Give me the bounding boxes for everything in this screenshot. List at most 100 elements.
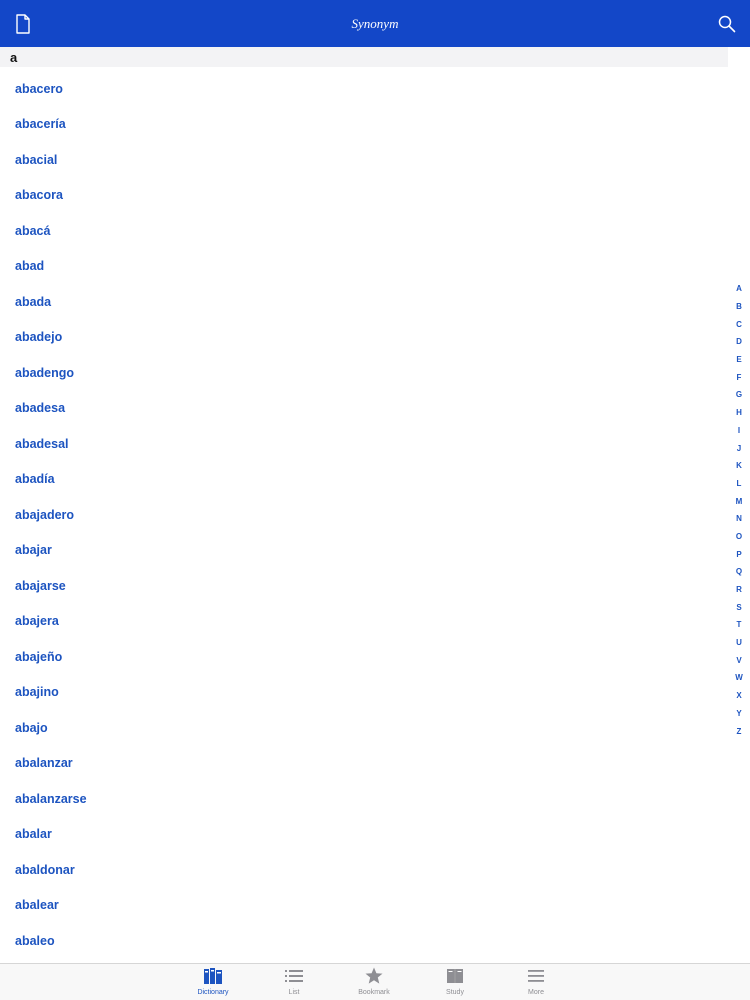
navigation-bar: Synonym bbox=[0, 0, 750, 47]
word-label: abalar bbox=[15, 827, 52, 842]
list-item[interactable]: abadesal bbox=[0, 426, 728, 462]
list-icon bbox=[285, 970, 303, 982]
star-icon bbox=[365, 967, 383, 984]
list-item[interactable]: abaldonar bbox=[0, 852, 728, 888]
index-letter[interactable]: J bbox=[728, 439, 750, 457]
index-letter[interactable]: Q bbox=[728, 563, 750, 581]
tab-more[interactable]: More bbox=[506, 967, 566, 999]
list-item[interactable]: abacería bbox=[0, 107, 728, 143]
search-icon[interactable] bbox=[718, 15, 736, 33]
word-label: abadesa bbox=[15, 401, 66, 416]
index-letter[interactable]: Z bbox=[728, 722, 750, 740]
index-letter[interactable]: G bbox=[728, 386, 750, 404]
section-header: a bbox=[0, 47, 728, 67]
list-item[interactable]: abalar bbox=[0, 817, 728, 853]
word-label: abajarse bbox=[15, 578, 66, 593]
word-list: abacero abacería abacial abacora abacá abad ab… bbox=[0, 71, 728, 959]
index-letter[interactable]: O bbox=[728, 528, 750, 546]
word-label: abaldonar bbox=[15, 862, 75, 877]
page-title: Synonym bbox=[351, 15, 399, 31]
word-label: abajera bbox=[15, 614, 59, 629]
index-letter[interactable]: I bbox=[728, 422, 750, 440]
index-letter[interactable]: E bbox=[728, 351, 750, 369]
list-item[interactable]: abacora bbox=[0, 178, 728, 214]
index-letter[interactable]: W bbox=[728, 669, 750, 687]
word-label: abadengo bbox=[15, 365, 75, 380]
index-letter[interactable]: B bbox=[728, 298, 750, 316]
word-label: abajadero bbox=[15, 507, 75, 522]
index-letter[interactable]: L bbox=[728, 475, 750, 493]
word-label: abadesal bbox=[15, 436, 69, 451]
alphabet-index[interactable]: ABCDEFGHIJKLMNOPQRSTUVWXYZ bbox=[728, 280, 750, 740]
list-item[interactable]: abajeño bbox=[0, 639, 728, 675]
list-item[interactable]: abadía bbox=[0, 462, 728, 498]
list-item[interactable]: abada bbox=[0, 284, 728, 320]
tab-label: List bbox=[288, 989, 300, 996]
word-label: abada bbox=[15, 294, 52, 309]
list-item[interactable]: abacá bbox=[0, 213, 728, 249]
word-label: abajino bbox=[15, 685, 59, 700]
list-item[interactable]: abajino bbox=[0, 675, 728, 711]
tab-label: Study bbox=[446, 989, 464, 996]
word-label: abacial bbox=[15, 152, 58, 167]
word-label: abaleo bbox=[15, 933, 55, 948]
index-letter[interactable]: U bbox=[728, 634, 750, 652]
book-icon bbox=[447, 969, 463, 983]
word-label: abalanzar bbox=[15, 756, 73, 771]
word-label: abacá bbox=[15, 223, 51, 238]
word-label: abajo bbox=[15, 720, 48, 735]
list-item[interactable]: abalear bbox=[0, 888, 728, 924]
tab-dictionary[interactable]: Dictionary bbox=[183, 967, 243, 999]
index-letter[interactable]: H bbox=[728, 404, 750, 422]
tab-label: Bookmark bbox=[358, 989, 390, 996]
list-item[interactable]: abad bbox=[0, 249, 728, 285]
word-label: abadía bbox=[15, 472, 55, 487]
index-letter[interactable]: K bbox=[728, 457, 750, 475]
list-item[interactable]: abadengo bbox=[0, 355, 728, 391]
word-label: abad bbox=[15, 259, 45, 274]
word-label: abacora bbox=[15, 188, 63, 203]
index-letter[interactable]: X bbox=[728, 687, 750, 705]
index-letter[interactable]: Y bbox=[728, 705, 750, 723]
index-letter[interactable]: A bbox=[728, 280, 750, 298]
index-letter[interactable]: T bbox=[728, 616, 750, 634]
tab-list[interactable]: List bbox=[264, 967, 324, 999]
tab-label: More bbox=[528, 989, 544, 996]
dictionary-icon bbox=[204, 968, 222, 984]
index-letter[interactable]: S bbox=[728, 598, 750, 616]
list-item[interactable]: abacial bbox=[0, 142, 728, 178]
tab-bar: Dictionary List Bookmark Study More bbox=[0, 963, 750, 1000]
list-item[interactable]: abacero bbox=[0, 71, 728, 107]
index-letter[interactable]: D bbox=[728, 333, 750, 351]
list-item[interactable]: abaleo bbox=[0, 923, 728, 959]
index-letter[interactable]: V bbox=[728, 651, 750, 669]
tab-bookmark[interactable]: Bookmark bbox=[344, 967, 404, 999]
word-label: abajeño bbox=[15, 649, 63, 664]
document-icon[interactable] bbox=[15, 14, 31, 34]
word-label: abalear bbox=[15, 898, 59, 913]
index-letter[interactable]: N bbox=[728, 510, 750, 528]
index-letter[interactable]: C bbox=[728, 315, 750, 333]
list-item[interactable]: abajera bbox=[0, 604, 728, 640]
section-letter: a bbox=[10, 50, 18, 65]
word-label: abacero bbox=[15, 81, 63, 96]
list-item[interactable]: abajadero bbox=[0, 497, 728, 533]
list-item[interactable]: abadesa bbox=[0, 391, 728, 427]
word-label: abalanzarse bbox=[15, 791, 87, 806]
tab-study[interactable]: Study bbox=[425, 967, 485, 999]
menu-icon bbox=[528, 970, 544, 982]
tab-label: Dictionary bbox=[197, 989, 229, 996]
index-letter[interactable]: R bbox=[728, 581, 750, 599]
index-letter[interactable]: M bbox=[728, 492, 750, 510]
list-item[interactable]: abalanzar bbox=[0, 746, 728, 782]
index-letter[interactable]: F bbox=[728, 368, 750, 386]
list-item[interactable]: abajo bbox=[0, 710, 728, 746]
word-label: abacería bbox=[15, 117, 66, 132]
list-item[interactable]: abajar bbox=[0, 533, 728, 569]
list-item[interactable]: abadejo bbox=[0, 320, 728, 356]
index-letter[interactable]: P bbox=[728, 545, 750, 563]
word-label: abadejo bbox=[15, 330, 63, 345]
list-item[interactable]: abalanzarse bbox=[0, 781, 728, 817]
list-item[interactable]: abajarse bbox=[0, 568, 728, 604]
word-label: abajar bbox=[15, 543, 52, 558]
